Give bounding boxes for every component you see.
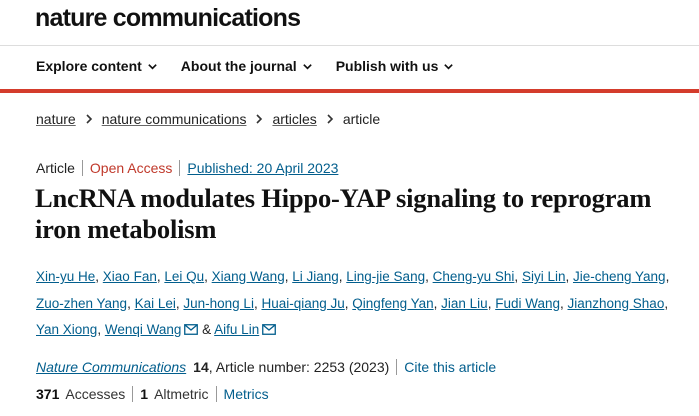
and-separator: & bbox=[202, 322, 212, 337]
accesses-count: 371 bbox=[36, 386, 60, 402]
nav-publish-with-us[interactable]: Publish with us bbox=[336, 58, 455, 74]
breadcrumb: nature nature communications articles ar… bbox=[36, 111, 380, 127]
author-link[interactable]: Jianzhong Shao bbox=[568, 296, 665, 311]
altmetric-label: Altmetric bbox=[154, 386, 209, 402]
author-link-corresponding[interactable]: Aifu Lin bbox=[214, 322, 277, 337]
nav-label: Explore content bbox=[36, 58, 142, 74]
article-meta: Article Open Access Published: 20 April … bbox=[36, 160, 338, 176]
author-link[interactable]: Lei Qu bbox=[164, 269, 204, 284]
nav-explore-content[interactable]: Explore content bbox=[36, 58, 158, 74]
volume: 14 bbox=[193, 359, 209, 375]
accesses-label: Accesses bbox=[65, 386, 126, 402]
header-divider bbox=[0, 45, 699, 46]
author-link[interactable]: Jian Liu bbox=[441, 296, 488, 311]
author-link[interactable]: Xiao Fan bbox=[103, 269, 157, 284]
divider bbox=[215, 386, 217, 402]
author-name: Wenqi Wang bbox=[104, 322, 182, 337]
article-type: Article bbox=[36, 160, 75, 176]
breadcrumb-nature-communications[interactable]: nature communications bbox=[102, 111, 247, 127]
open-access-badge: Open Access bbox=[89, 160, 173, 176]
author-link[interactable]: Zuo-zhen Yang bbox=[36, 296, 127, 311]
chevron-down-icon bbox=[148, 63, 157, 70]
accent-bar bbox=[0, 89, 699, 93]
author-link[interactable]: Yan Xiong bbox=[36, 322, 97, 337]
author-list: Xin-yu He, Xiao Fan, Lei Qu, Xiang Wang,… bbox=[36, 269, 670, 337]
metrics-link[interactable]: Metrics bbox=[224, 386, 269, 402]
nav-label: About the journal bbox=[180, 58, 297, 74]
divider bbox=[179, 160, 181, 176]
chevron-right-icon bbox=[86, 114, 92, 124]
author-link[interactable]: Kai Lei bbox=[135, 296, 176, 311]
author-link[interactable]: Cheng-yu Shi bbox=[433, 269, 515, 284]
published-date-link[interactable]: Published: 20 April 2023 bbox=[187, 160, 338, 176]
author-link[interactable]: Jun-hong Li bbox=[183, 296, 254, 311]
chevron-right-icon bbox=[256, 114, 263, 124]
author-link[interactable]: Jie-cheng Yang bbox=[573, 269, 666, 284]
site-logo[interactable]: nature communications bbox=[35, 4, 301, 33]
cite-this-article-link[interactable]: Cite this article bbox=[404, 359, 496, 375]
article-metrics: 371 Accesses 1 Altmetric Metrics bbox=[36, 386, 269, 402]
article-title: LncRNA modulates Hippo-YAP signaling to … bbox=[35, 183, 652, 244]
chevron-down-icon bbox=[444, 63, 454, 70]
citation-line: Nature Communications 14 , Article numbe… bbox=[36, 359, 496, 375]
author-name: Aifu Lin bbox=[214, 322, 260, 337]
divider bbox=[81, 160, 83, 176]
nav-label: Publish with us bbox=[335, 58, 439, 74]
author-link-corresponding[interactable]: Wenqi Wang bbox=[105, 322, 199, 337]
author-link[interactable]: Siyi Lin bbox=[522, 269, 566, 284]
author-link[interactable]: Ling-jie Sang bbox=[346, 269, 425, 284]
breadcrumb-nature[interactable]: nature bbox=[36, 111, 76, 127]
author-link[interactable]: Li Jiang bbox=[292, 269, 339, 284]
breadcrumb-articles[interactable]: articles bbox=[272, 111, 316, 127]
chevron-down-icon bbox=[302, 63, 312, 70]
divider bbox=[132, 386, 134, 402]
author-link[interactable]: Fudi Wang bbox=[495, 296, 560, 311]
altmetric-count: 1 bbox=[140, 386, 149, 402]
divider bbox=[396, 359, 398, 375]
author-link[interactable]: Xiang Wang bbox=[212, 269, 285, 284]
author-link[interactable]: Huai-qiang Ju bbox=[261, 296, 344, 311]
journal-link[interactable]: Nature Communications bbox=[36, 359, 186, 375]
nav-about-journal[interactable]: About the journal bbox=[181, 58, 313, 74]
main-nav: Explore content About the journal Publis… bbox=[36, 58, 477, 74]
author-link[interactable]: Xin-yu He bbox=[36, 269, 95, 284]
chevron-right-icon bbox=[327, 114, 333, 124]
mail-icon bbox=[184, 324, 199, 335]
article-number: , Article number: 2253 (2023) bbox=[208, 359, 390, 375]
mail-icon bbox=[262, 324, 277, 335]
breadcrumb-current: article bbox=[342, 111, 381, 127]
author-link[interactable]: Qingfeng Yan bbox=[352, 296, 433, 311]
